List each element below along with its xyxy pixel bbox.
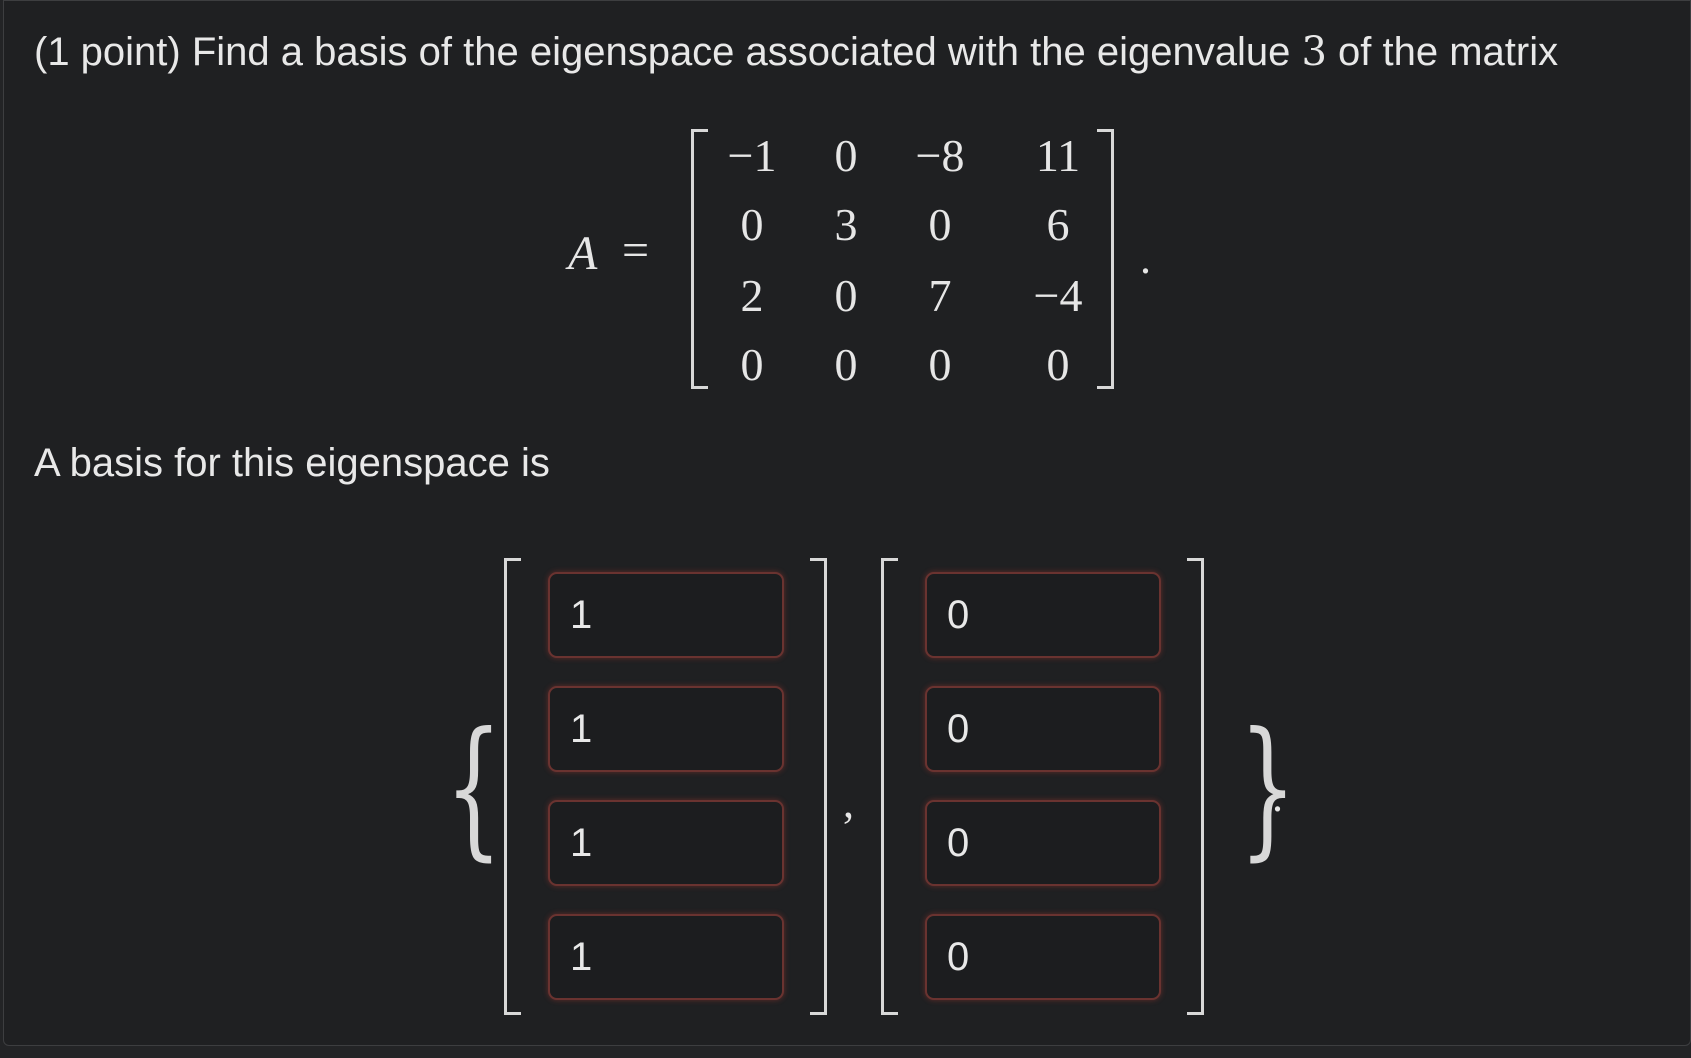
vector1-entry2-input[interactable] [548,686,784,772]
matrix-cell: 7 [928,270,952,321]
matrix-cell: 11 [1035,130,1081,181]
vector1-left-bracket [504,558,521,1015]
equals-sign: = [622,224,650,277]
open-brace: { [445,701,503,875]
vector1-entry4-input[interactable] [548,914,784,1000]
matrix-cell: 0 [834,270,858,321]
matrix-cell: 2 [740,270,764,321]
matrix-cell: 0 [928,339,952,390]
matrix-cell: 0 [928,199,952,250]
matrix-cell: −1 [727,130,777,181]
matrix-cell: 0 [1046,339,1070,390]
vector2-entry4-input[interactable] [925,914,1161,1000]
problem-panel: (1 point) Find a basis of the eigenspace… [3,0,1691,1046]
question-suffix: of the matrix [1326,30,1559,74]
vector2-right-bracket [1187,558,1204,1015]
vector1-entry3-input[interactable] [548,800,784,886]
vector2-entry2-input[interactable] [925,686,1161,772]
vector2-left-bracket [881,558,898,1015]
matrix-cell: 0 [740,339,764,390]
question-text: (1 point) Find a basis of the eigenspace… [34,29,1558,75]
matrix-cell: 3 [834,199,858,250]
eigenvalue: 3 [1301,29,1327,75]
answer-period: . [1272,772,1283,821]
question-prefix: (1 point) Find a basis of the eigenspace… [34,30,1302,74]
matrix-label: A [568,227,598,280]
matrix-cell: −8 [915,130,965,181]
basis-label: A basis for this eigenspace is [34,441,550,485]
vector2-entry1-input[interactable] [925,572,1161,658]
vector2-entry3-input[interactable] [925,800,1161,886]
vector1-entry1-input[interactable] [548,572,784,658]
matrix-cell: −4 [1033,270,1083,321]
matrix-cell: 0 [834,339,858,390]
matrix-period: . [1140,234,1151,283]
matrix-left-bracket [691,129,708,389]
matrix-cell: 0 [834,130,858,181]
vector-separator: , [843,778,854,827]
matrix-cell: 0 [740,199,764,250]
close-brace: } [1239,701,1297,875]
matrix-cell: 6 [1046,199,1070,250]
vector1-right-bracket [810,558,827,1015]
